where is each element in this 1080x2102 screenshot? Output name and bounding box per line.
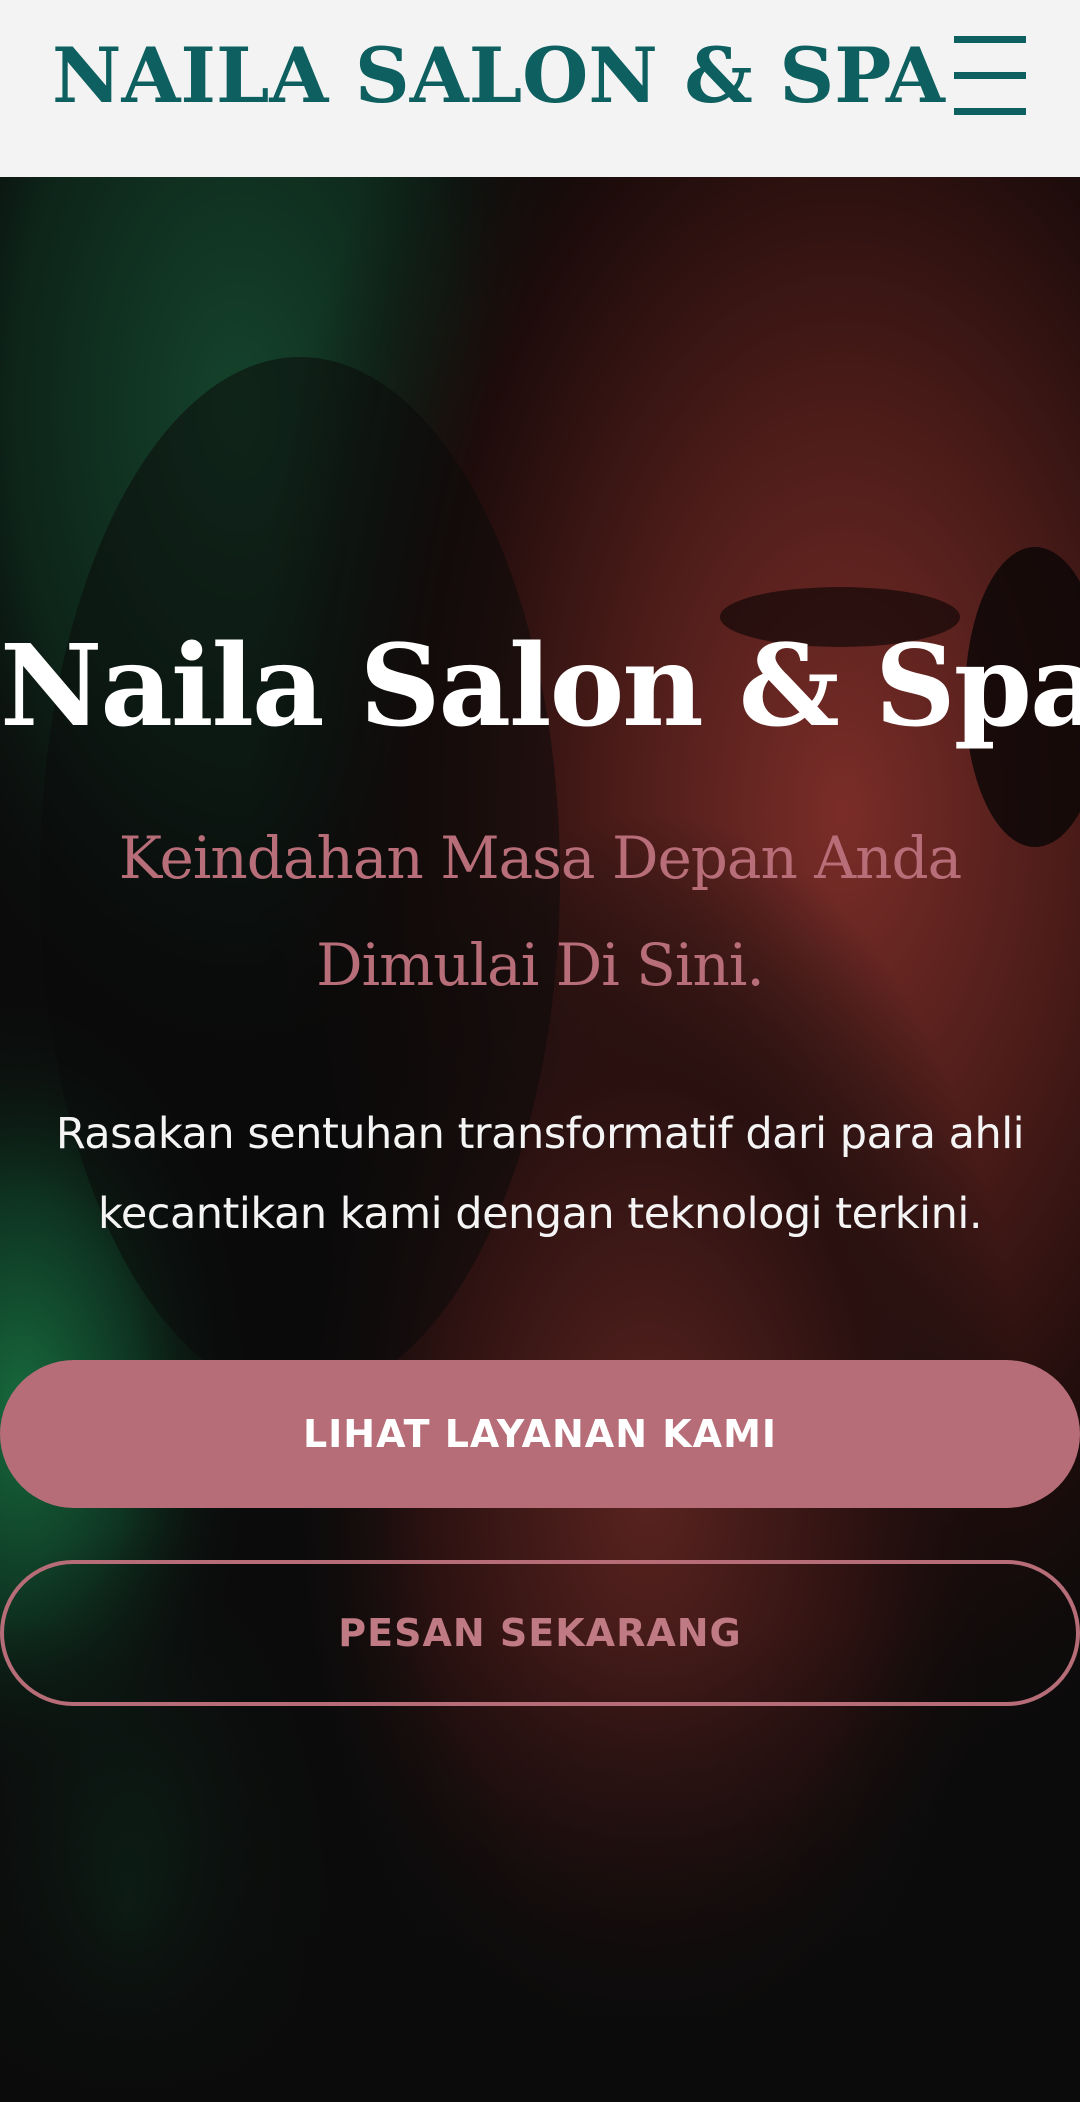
- menu-bar-bottom: [954, 108, 1026, 115]
- view-services-button[interactable]: LIHAT LAYANAN KAMI: [0, 1360, 1080, 1508]
- hamburger-menu-icon[interactable]: [948, 34, 1032, 116]
- menu-bar-middle: [954, 72, 1026, 79]
- hero-section: Naila Salon & Spa Keindahan Masa Depan A…: [0, 177, 1080, 2102]
- book-now-button[interactable]: PESAN SEKARANG: [0, 1560, 1080, 1706]
- hero-tagline: Keindahan Masa Depan Anda Dimulai Di Sin…: [118, 824, 962, 999]
- menu-bar-top: [954, 36, 1026, 43]
- brand-logo-text[interactable]: NAILA SALON & SPA: [52, 28, 945, 124]
- site-header: NAILA SALON & SPA: [0, 0, 1080, 177]
- hero-description: Rasakan sentuhan transformatif dari para…: [55, 1109, 1025, 1239]
- hero-title: Naila Salon & Spa: [0, 621, 1080, 752]
- hero-content: Naila Salon & Spa Keindahan Masa Depan A…: [0, 177, 1080, 2102]
